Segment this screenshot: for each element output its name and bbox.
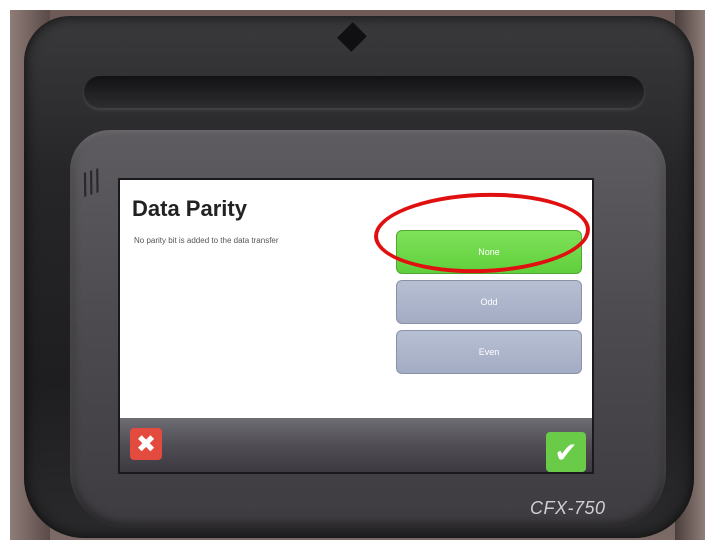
page-title: Data Parity — [132, 196, 247, 221]
close-icon: ✖ — [135, 430, 157, 458]
device-model-label: CFX-750 — [530, 498, 606, 518]
confirm-button[interactable]: ✔ — [546, 432, 586, 472]
parity-option-label: Odd — [480, 297, 498, 307]
top-ridge — [84, 76, 644, 108]
option-description: No parity bit is added to the data trans… — [134, 236, 279, 245]
photo-frame: /// Data Parity No parity bit is added t… — [10, 10, 705, 540]
parity-option-label: Even — [478, 347, 500, 357]
bottom-toolbar: ✖ ✔ — [120, 418, 592, 472]
parity-option-odd[interactable]: Odd — [396, 280, 582, 324]
checkmark-icon: ✔ — [554, 435, 578, 469]
parity-option-even[interactable]: Even — [396, 330, 582, 374]
cancel-button[interactable]: ✖ — [130, 428, 162, 460]
top-notch — [337, 22, 367, 52]
